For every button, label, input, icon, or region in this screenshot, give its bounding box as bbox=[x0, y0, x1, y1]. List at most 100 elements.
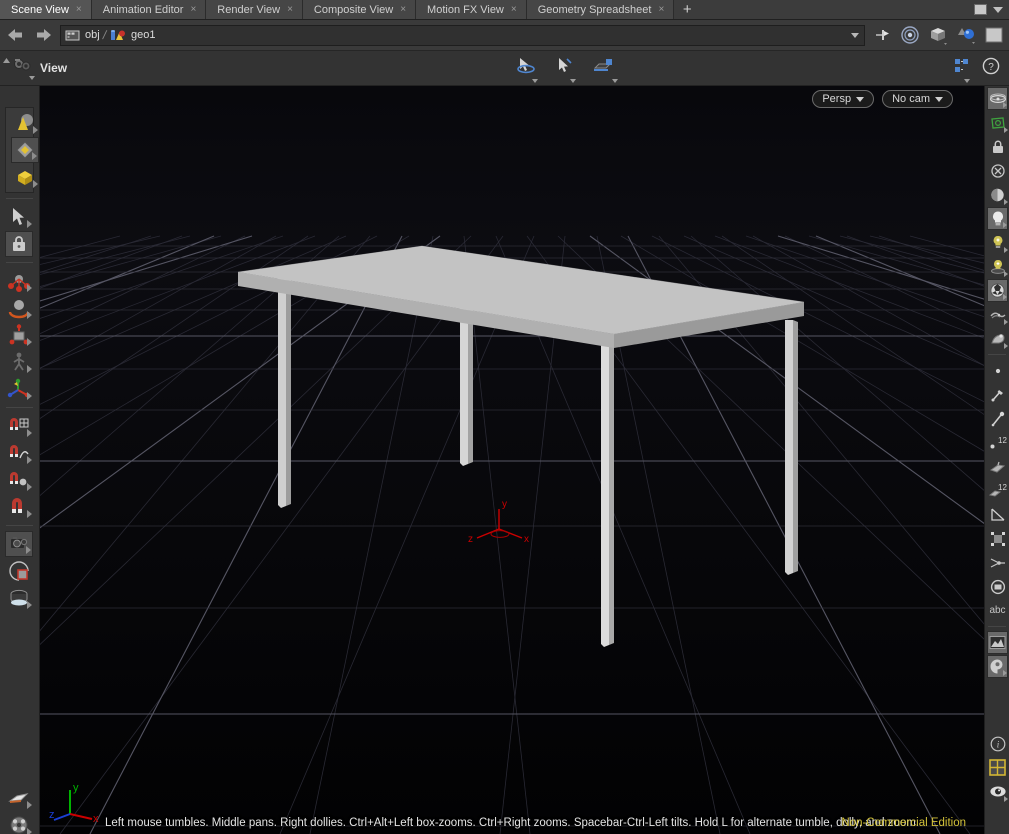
tab-close-icon[interactable]: × bbox=[658, 4, 664, 15]
light-bulb-off-icon[interactable] bbox=[987, 231, 1008, 254]
dropdown-arrow-icon[interactable] bbox=[1003, 102, 1007, 108]
chevron-down-icon[interactable] bbox=[532, 78, 539, 83]
show-hull-icon[interactable] bbox=[987, 527, 1008, 550]
point-numbers-icon[interactable]: 12 bbox=[987, 431, 1008, 454]
tab-motion-fx-view[interactable]: Motion FX View × bbox=[416, 0, 527, 19]
viewport-3d-canvas[interactable]: y x z bbox=[40, 86, 984, 834]
dropdown-arrow-icon[interactable] bbox=[1004, 247, 1008, 253]
viewport-region-icon[interactable] bbox=[5, 558, 33, 584]
select-mode-icon[interactable] bbox=[11, 137, 39, 163]
primitive-numbers-icon[interactable]: 12 bbox=[987, 479, 1008, 502]
show-profile-icon[interactable] bbox=[987, 575, 1008, 598]
dropdown-arrow-icon[interactable] bbox=[1003, 294, 1007, 300]
scene-marker-icon[interactable] bbox=[987, 655, 1008, 678]
breadcrumb-geo1[interactable]: geo1 bbox=[109, 28, 156, 42]
tab-close-icon[interactable]: × bbox=[511, 4, 517, 15]
scale-tool-icon[interactable] bbox=[5, 322, 33, 348]
tab-animation-editor[interactable]: Animation Editor × bbox=[91, 0, 207, 19]
handle-lock-icon[interactable] bbox=[5, 231, 33, 257]
tab-close-icon[interactable]: × bbox=[400, 4, 406, 15]
dropdown-arrow-icon[interactable] bbox=[27, 338, 32, 346]
dropdown-arrow-icon[interactable] bbox=[1003, 222, 1007, 228]
display-point-icon[interactable] bbox=[987, 359, 1008, 382]
view-camera-icon[interactable] bbox=[12, 57, 35, 80]
show-vectors-icon[interactable] bbox=[987, 551, 1008, 574]
tab-close-icon[interactable]: × bbox=[287, 4, 293, 15]
dropdown-arrow-icon[interactable] bbox=[27, 311, 32, 319]
tab-close-icon[interactable]: × bbox=[76, 4, 82, 15]
chevron-down-icon[interactable] bbox=[993, 6, 1003, 13]
dropdown-arrow-icon[interactable] bbox=[27, 392, 32, 400]
snap-primitive-icon[interactable] bbox=[5, 440, 33, 466]
view-shading-icon[interactable] bbox=[11, 110, 39, 136]
camera-select-dropdown[interactable]: No cam bbox=[882, 90, 953, 108]
chevron-down-icon[interactable] bbox=[964, 78, 970, 83]
dropdown-arrow-icon[interactable] bbox=[27, 801, 32, 809]
camera-tool-icon[interactable] bbox=[5, 531, 33, 557]
flat-shade-icon[interactable] bbox=[983, 24, 1005, 46]
display-options-icon[interactable] bbox=[952, 57, 972, 83]
panel-collapse-arrow-icon[interactable] bbox=[2, 54, 11, 64]
dropdown-arrow-icon[interactable] bbox=[1004, 271, 1008, 277]
material-palette-icon[interactable] bbox=[5, 785, 33, 811]
dropdown-arrow-icon[interactable] bbox=[1004, 796, 1008, 802]
dropdown-arrow-icon[interactable] bbox=[27, 828, 32, 834]
help-icon[interactable]: ? bbox=[982, 57, 1000, 80]
handle-icon[interactable] bbox=[592, 56, 619, 83]
tab-close-icon[interactable]: × bbox=[190, 4, 196, 15]
dropdown-arrow-icon[interactable] bbox=[33, 126, 38, 134]
rotate-tool-icon[interactable] bbox=[5, 295, 33, 321]
tab-scene-view[interactable]: Scene View × bbox=[0, 0, 92, 19]
background-image-icon[interactable] bbox=[987, 631, 1008, 654]
lock-display-icon[interactable] bbox=[987, 135, 1008, 158]
dropdown-arrow-icon[interactable] bbox=[27, 601, 32, 609]
chevron-down-icon[interactable] bbox=[29, 75, 35, 80]
view-type-dropdown[interactable]: Persp bbox=[812, 90, 875, 108]
move-tool-icon[interactable] bbox=[5, 268, 33, 294]
dropdown-arrow-icon[interactable] bbox=[27, 429, 32, 437]
dropdown-arrow-icon[interactable] bbox=[1004, 343, 1008, 349]
show-angle-icon[interactable] bbox=[987, 503, 1008, 526]
dropdown-arrow-icon[interactable] bbox=[33, 180, 38, 188]
select-arrow-icon[interactable] bbox=[554, 56, 577, 83]
chevron-down-icon[interactable] bbox=[570, 78, 577, 83]
dropdown-arrow-icon[interactable] bbox=[1004, 199, 1008, 205]
dropdown-arrow-icon[interactable] bbox=[1004, 127, 1008, 133]
point-light-icon[interactable] bbox=[987, 255, 1008, 278]
no-display-icon[interactable] bbox=[987, 159, 1008, 182]
pin-icon[interactable] bbox=[871, 24, 893, 46]
tab-geometry-spreadsheet[interactable]: Geometry Spreadsheet × bbox=[526, 0, 675, 19]
dropdown-arrow-icon[interactable] bbox=[26, 546, 31, 554]
info-icon[interactable]: i bbox=[987, 732, 1008, 755]
dropdown-arrow-icon[interactable] bbox=[27, 284, 32, 292]
maximize-box-icon[interactable] bbox=[974, 4, 987, 15]
wire-shaded-icon[interactable] bbox=[987, 111, 1008, 134]
texture-paint-icon[interactable] bbox=[987, 327, 1008, 350]
forward-arrow-icon[interactable] bbox=[32, 24, 54, 46]
add-tab-button[interactable]: + bbox=[674, 0, 701, 19]
dropdown-arrow-icon[interactable] bbox=[1004, 319, 1008, 325]
dropdown-arrow-icon[interactable] bbox=[27, 456, 32, 464]
dropdown-arrow-icon[interactable] bbox=[27, 220, 32, 228]
eye-visibility-icon[interactable] bbox=[987, 780, 1008, 803]
transform-axis-icon[interactable] bbox=[5, 376, 33, 402]
back-arrow-icon[interactable] bbox=[4, 24, 26, 46]
path-dropdown-icon[interactable] bbox=[851, 32, 859, 38]
snap-multi-icon[interactable] bbox=[5, 494, 33, 520]
transform-box-icon[interactable] bbox=[11, 164, 39, 190]
select-tumble-icon[interactable] bbox=[514, 56, 539, 83]
snap-point-icon[interactable] bbox=[5, 467, 33, 493]
point-normals-icon[interactable] bbox=[987, 407, 1008, 430]
primitive-display-icon[interactable] bbox=[987, 455, 1008, 478]
point-marker-icon[interactable] bbox=[987, 383, 1008, 406]
snap-grid-icon[interactable] bbox=[5, 413, 33, 439]
show-normals-icon[interactable] bbox=[987, 303, 1008, 326]
target-icon[interactable] bbox=[899, 24, 921, 46]
pose-tool-icon[interactable] bbox=[5, 349, 33, 375]
dropdown-arrow-icon[interactable] bbox=[27, 483, 32, 491]
breadcrumb-obj[interactable]: obj bbox=[65, 29, 100, 42]
dropdown-arrow-icon[interactable] bbox=[1003, 670, 1007, 676]
select-arrow-tool-icon[interactable] bbox=[5, 204, 33, 230]
tab-composite-view[interactable]: Composite View × bbox=[302, 0, 417, 19]
scene-viewport[interactable]: y x z Persp No cam y x z Left mouse tumb… bbox=[40, 86, 984, 834]
